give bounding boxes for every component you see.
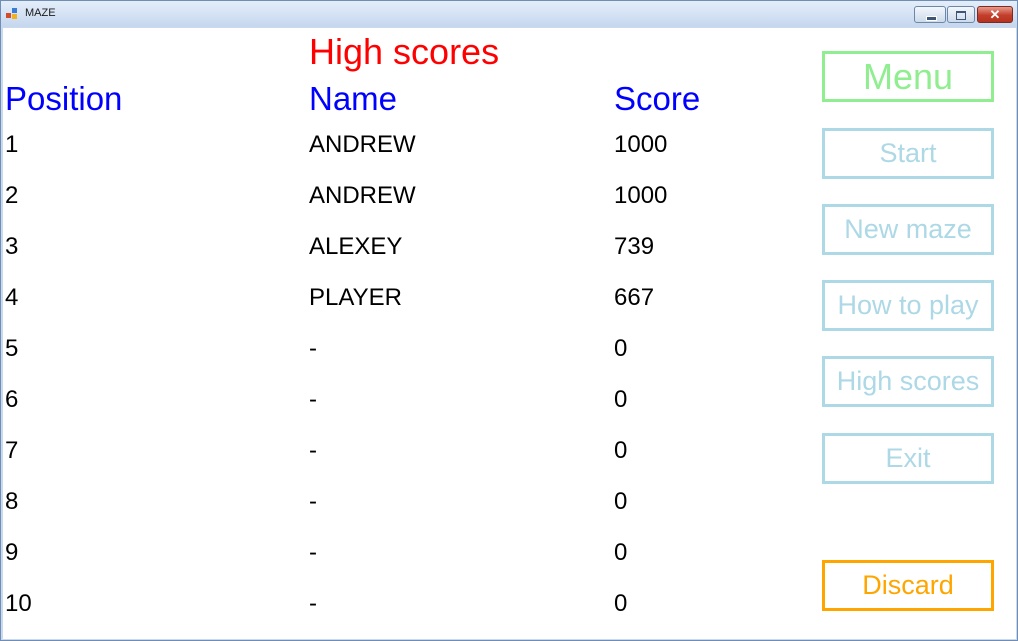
exit-button[interactable]: Exit xyxy=(822,433,994,484)
cell-score: 0 xyxy=(614,488,628,515)
maximize-icon xyxy=(956,11,966,20)
minimize-icon xyxy=(926,16,937,21)
app-window: MAZE ✕ High scores Position Name Score 1… xyxy=(0,0,1018,641)
high-scores-button[interactable]: High scores xyxy=(822,356,994,407)
discard-button[interactable]: Discard xyxy=(822,560,994,611)
high-scores-screen: High scores Position Name Score 1 ANDREW 1… xyxy=(3,28,1016,639)
cell-name: - xyxy=(309,437,317,464)
cell-position: 10 xyxy=(5,590,32,617)
title-bar[interactable]: MAZE ✕ xyxy=(1,1,1017,27)
cell-score: 1000 xyxy=(614,182,668,209)
close-button[interactable]: ✕ xyxy=(977,6,1013,23)
new-maze-button[interactable]: New maze xyxy=(822,204,994,255)
cell-name: - xyxy=(309,539,317,566)
cell-score: 0 xyxy=(614,590,628,617)
cell-position: 1 xyxy=(5,131,19,158)
page-title: High scores xyxy=(309,31,500,72)
cell-position: 4 xyxy=(5,284,19,311)
window-title: MAZE xyxy=(25,7,56,19)
cell-position: 2 xyxy=(5,182,19,209)
cell-score: 739 xyxy=(614,233,655,260)
menu-button[interactable]: Menu xyxy=(822,51,994,102)
cell-name: - xyxy=(309,386,317,413)
close-icon: ✕ xyxy=(989,7,1001,22)
start-button[interactable]: Start xyxy=(822,128,994,179)
cell-position: 7 xyxy=(5,437,19,464)
cell-score: 667 xyxy=(614,284,655,311)
cell-name: PLAYER xyxy=(309,284,402,311)
cell-name: - xyxy=(309,335,317,362)
maximize-button[interactable] xyxy=(947,6,975,23)
cell-name: - xyxy=(309,590,317,617)
cell-position: 3 xyxy=(5,233,19,260)
cell-score: 1000 xyxy=(614,131,668,158)
cell-score: 0 xyxy=(614,386,628,413)
cell-name: ANDREW xyxy=(309,131,416,158)
minimize-button[interactable] xyxy=(914,6,946,23)
cell-position: 9 xyxy=(5,539,19,566)
column-header-name: Name xyxy=(309,80,398,117)
cell-name: - xyxy=(309,488,317,515)
cell-position: 5 xyxy=(5,335,19,362)
cell-position: 8 xyxy=(5,488,19,515)
app-icon xyxy=(6,8,19,19)
cell-name: ALEXEY xyxy=(309,233,403,260)
cell-score: 0 xyxy=(614,437,628,464)
column-header-position: Position xyxy=(5,80,123,117)
cell-position: 6 xyxy=(5,386,19,413)
column-header-score: Score xyxy=(614,80,701,117)
how-to-play-button[interactable]: How to play xyxy=(822,280,994,331)
cell-score: 0 xyxy=(614,335,628,362)
cell-score: 0 xyxy=(614,539,628,566)
cell-name: ANDREW xyxy=(309,182,416,209)
